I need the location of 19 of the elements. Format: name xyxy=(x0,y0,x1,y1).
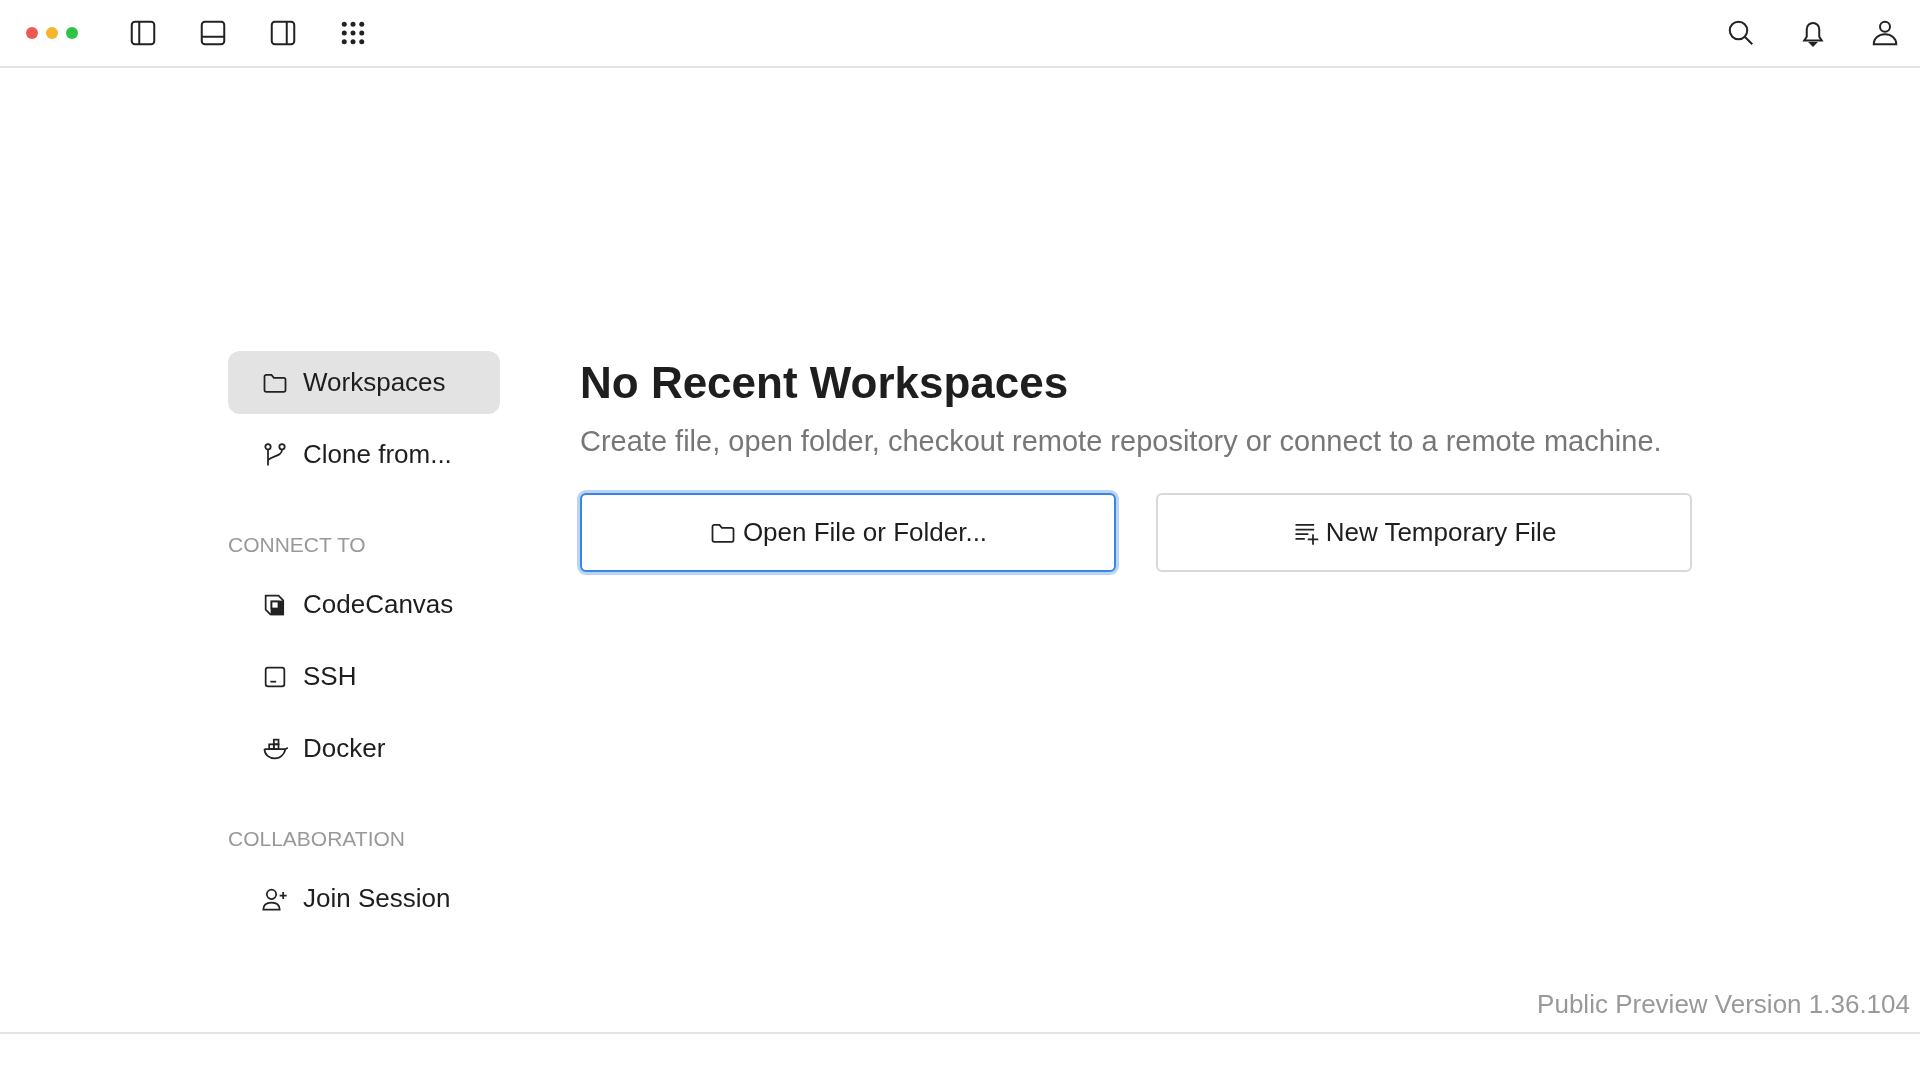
left-panel-icon[interactable] xyxy=(128,18,158,48)
section-heading: CONNECT TO xyxy=(228,533,367,557)
page-title: No Recent Workspaces xyxy=(580,357,1070,409)
action-button[interactable]: New Temporary File xyxy=(1156,493,1692,572)
sidebar-item[interactable]: CodeCanvas xyxy=(228,573,500,636)
sidebar-item[interactable]: Workspaces xyxy=(228,351,500,414)
action-button[interactable]: Open File or Folder... xyxy=(580,493,1116,572)
sidebar-item[interactable]: Docker xyxy=(228,717,500,780)
bottom-panel-icon[interactable] xyxy=(198,18,228,48)
section-heading: COLLABORATION xyxy=(228,827,406,851)
sidebar-item[interactable]: Clone from... xyxy=(228,423,500,486)
user-icon[interactable] xyxy=(1870,18,1900,48)
sidebar-item[interactable]: Join Session xyxy=(228,867,500,930)
right-panel-icon[interactable] xyxy=(268,18,298,48)
window-controls[interactable] xyxy=(26,27,78,39)
search-icon[interactable] xyxy=(1726,18,1756,48)
description-text: Create file, open folder, checkout remote repository or connect to a remote machine. xyxy=(580,424,1663,459)
sidebar-item[interactable]: SSH xyxy=(228,645,500,708)
version-text: Public Preview Version 1.36.104 xyxy=(1537,989,1910,1020)
